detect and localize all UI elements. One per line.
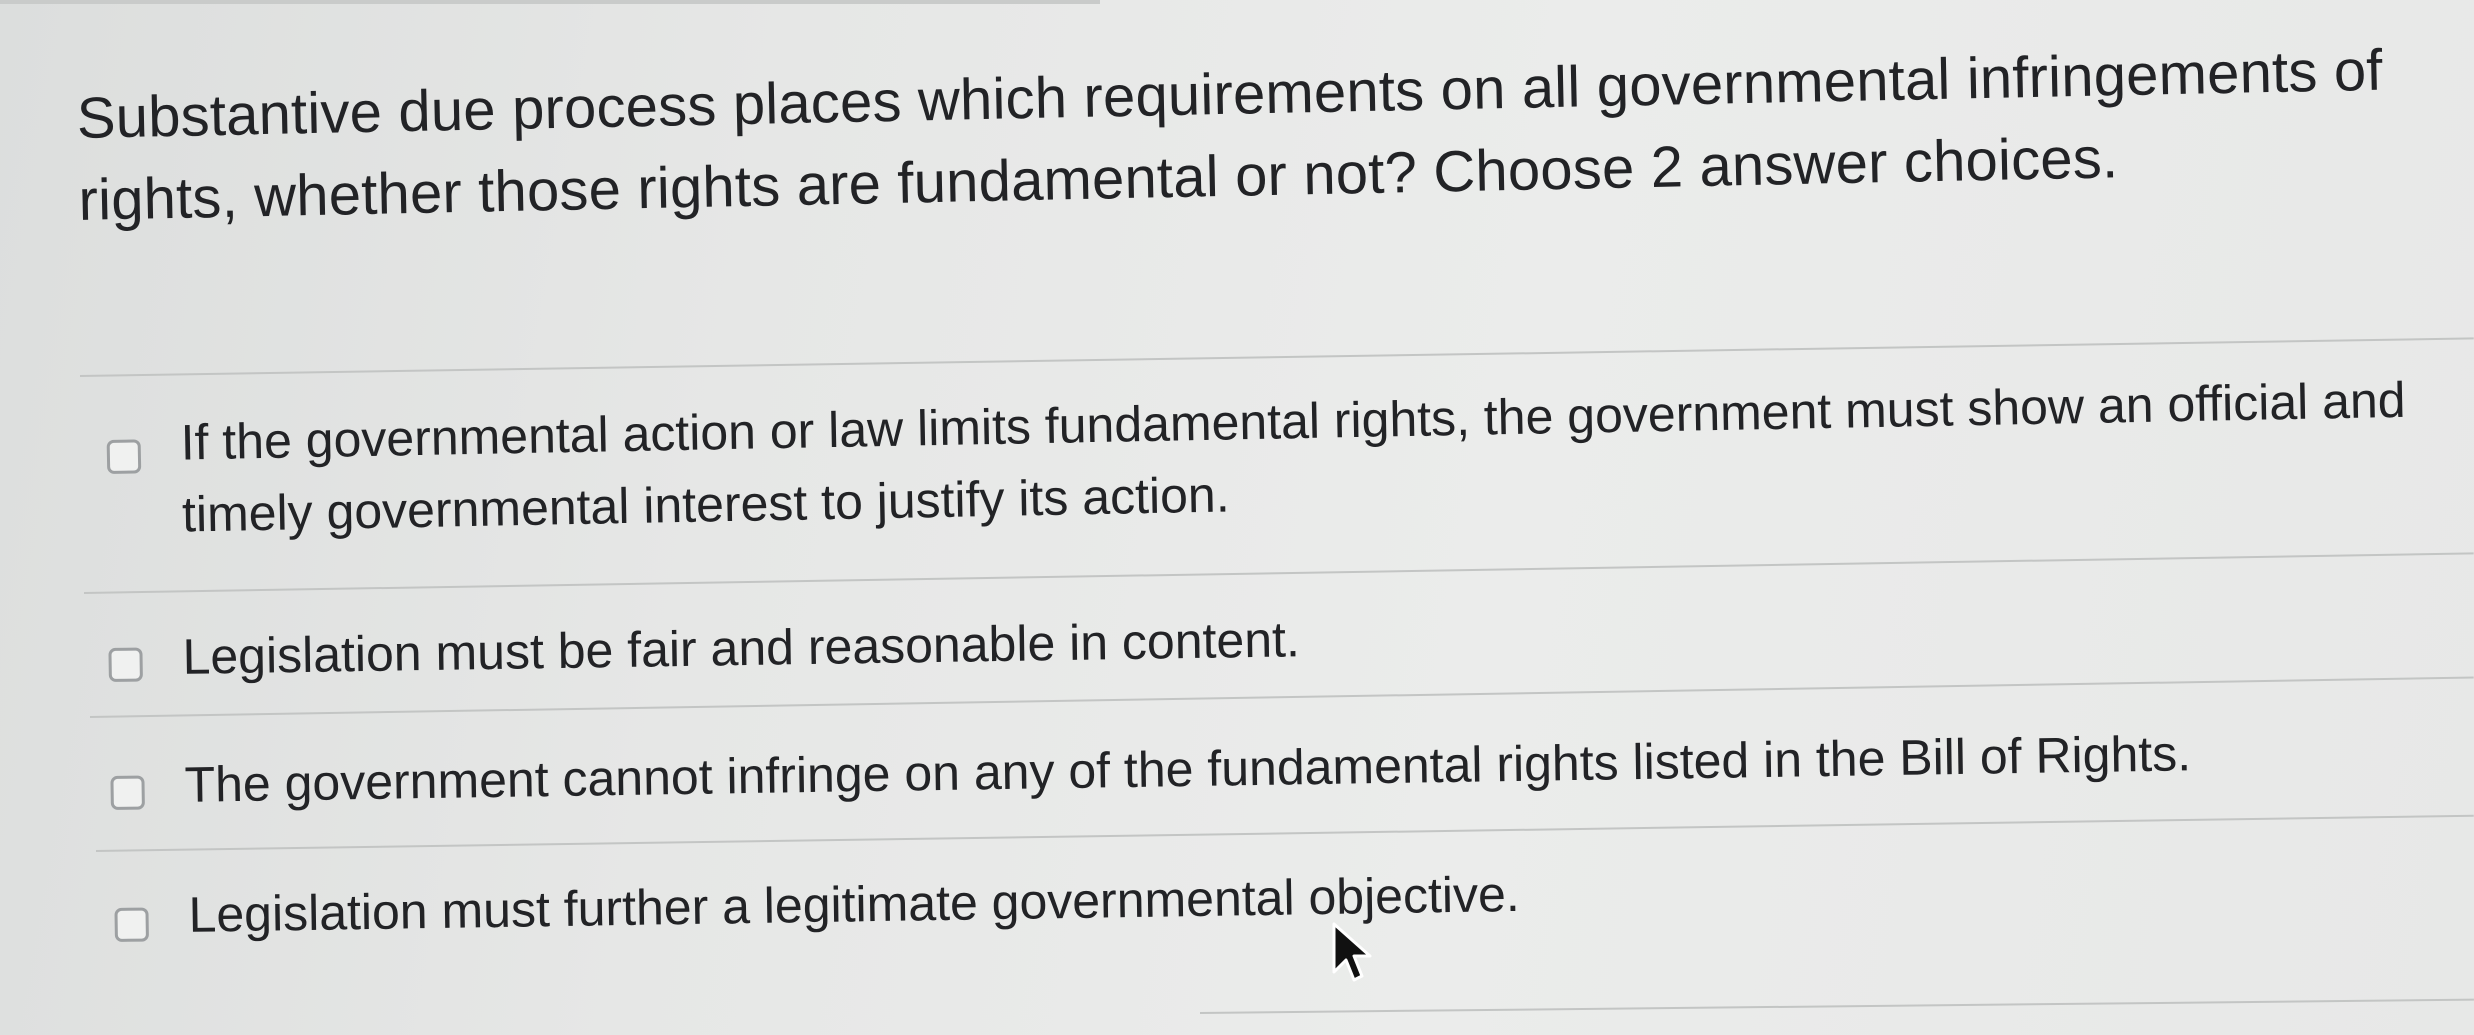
checkbox[interactable] bbox=[108, 647, 143, 682]
question-card: Substantive due process places which req… bbox=[0, 0, 2474, 1035]
option-legitimate-objective[interactable]: Legislation must further a legitimate go… bbox=[114, 844, 2415, 952]
option-official-timely-interest[interactable]: If the governmental action or law limits… bbox=[106, 364, 2408, 552]
option-label: Legislation must be fair and reasonable … bbox=[182, 611, 1301, 685]
mouse-pointer-icon bbox=[1332, 922, 1372, 982]
screen-background: Substantive due process places which req… bbox=[0, 0, 2474, 1035]
question-text: Substantive due process places which req… bbox=[76, 37, 2384, 233]
option-label: The government cannot infringe on any of… bbox=[184, 725, 2192, 813]
option-bill-of-rights[interactable]: The government cannot infringe on any of… bbox=[110, 714, 2411, 822]
checkbox[interactable] bbox=[114, 907, 149, 942]
checkbox[interactable] bbox=[110, 775, 145, 810]
checkbox[interactable] bbox=[106, 439, 142, 474]
option-fair-reasonable[interactable]: Legislation must be fair and reasonable … bbox=[108, 586, 2409, 694]
divider bbox=[1199, 998, 2474, 1014]
option-label: If the governmental action or law limits… bbox=[180, 371, 2407, 543]
top-rule bbox=[0, 0, 1100, 4]
divider bbox=[95, 814, 2474, 852]
option-label: Legislation must further a legitimate go… bbox=[188, 865, 1521, 943]
divider bbox=[83, 552, 2474, 594]
